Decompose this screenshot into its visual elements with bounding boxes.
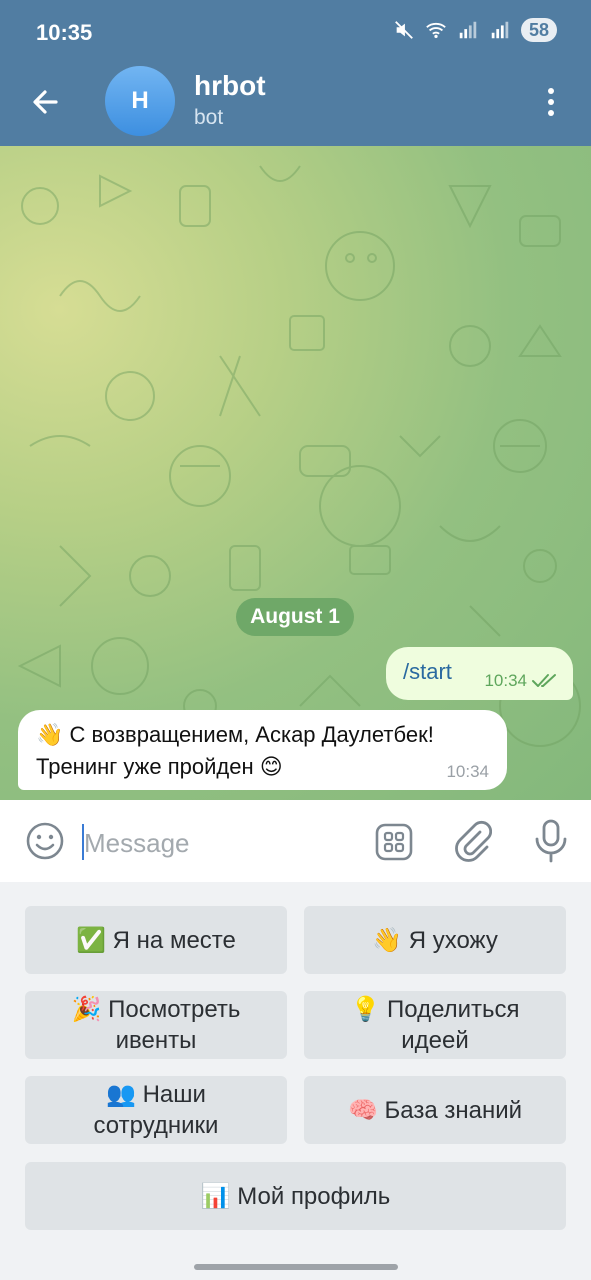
signal-icon xyxy=(459,21,477,39)
keyboard-button-share-idea[interactable]: 💡 Поделиться идеей xyxy=(304,991,566,1059)
button-label: 👋 Я ухожу xyxy=(372,926,498,954)
keyboard-icon[interactable] xyxy=(374,822,414,862)
outgoing-message[interactable]: /start 10:34 xyxy=(386,647,573,700)
button-label: 💡 Поделиться xyxy=(350,996,520,1023)
keyboard-button-knowledge-base[interactable]: 🧠 База знаний xyxy=(304,1076,566,1144)
message-text-line: 👋 С возвращением, Аскар Даулетбек! xyxy=(36,722,434,747)
chat-area[interactable]: August 1 /start 10:34 👋 С возвращением, … xyxy=(0,146,591,800)
message-time: 10:34 xyxy=(484,671,527,690)
keyboard-button-employees[interactable]: 👥 Наши сотрудники xyxy=(25,1076,287,1144)
keyboard-button-my-profile[interactable]: 📊 Мой профиль xyxy=(25,1162,566,1230)
battery-level: 58 xyxy=(520,18,557,42)
button-label: 🧠 База знаний xyxy=(347,1096,523,1124)
button-label: ивенты xyxy=(115,1027,197,1054)
incoming-message[interactable]: 👋 С возвращением, Аскар Даулетбек! Трени… xyxy=(18,710,507,790)
chat-header: H hrbot bot xyxy=(0,66,591,146)
double-check-icon xyxy=(532,674,556,687)
keyboard-button-leaving[interactable]: 👋 Я ухожу xyxy=(304,906,566,974)
date-separator: August 1 xyxy=(236,598,354,636)
microphone-icon[interactable] xyxy=(532,818,570,864)
text-caret xyxy=(82,824,84,860)
button-label: ✅ Я на месте xyxy=(76,926,236,954)
chat-background-pattern xyxy=(17,165,581,747)
status-time: 10:35 xyxy=(36,20,93,45)
message-text-line: Тренинг уже пройден 😊 xyxy=(36,754,283,779)
signal-icon xyxy=(491,21,509,39)
keyboard-button-events[interactable]: 🎉 Посмотреть ивенты xyxy=(25,991,287,1059)
wifi-icon xyxy=(426,22,446,39)
mute-icon xyxy=(395,21,413,39)
emoji-icon[interactable] xyxy=(24,820,66,862)
button-label: идеей xyxy=(401,1027,469,1054)
button-label: 🎉 Посмотреть xyxy=(71,996,241,1023)
button-label: 📊 Мой профиль xyxy=(200,1182,391,1210)
keyboard-button-here[interactable]: ✅ Я на месте xyxy=(25,906,287,974)
home-indicator[interactable] xyxy=(194,1264,398,1270)
message-composer xyxy=(0,800,591,883)
message-text[interactable]: /start xyxy=(403,659,452,685)
message-input[interactable] xyxy=(82,822,356,864)
status-icons: 58 xyxy=(393,18,557,42)
attach-icon[interactable] xyxy=(452,818,492,864)
back-arrow-icon[interactable] xyxy=(26,82,66,122)
status-bar: 10:35 58 xyxy=(0,0,591,68)
bot-reply-keyboard: ✅ Я на месте 👋 Я ухожу 🎉 Посмотреть ивен… xyxy=(0,882,591,1280)
chat-title[interactable]: hrbot xyxy=(194,70,266,102)
chat-subtitle: bot xyxy=(194,106,224,129)
more-vertical-icon[interactable] xyxy=(539,84,563,120)
button-label: 👥 Наши xyxy=(106,1081,206,1108)
message-meta: 10:34 xyxy=(484,671,559,691)
avatar[interactable]: H xyxy=(105,66,175,136)
message-time: 10:34 xyxy=(446,762,489,781)
button-label: сотрудники xyxy=(93,1112,219,1139)
